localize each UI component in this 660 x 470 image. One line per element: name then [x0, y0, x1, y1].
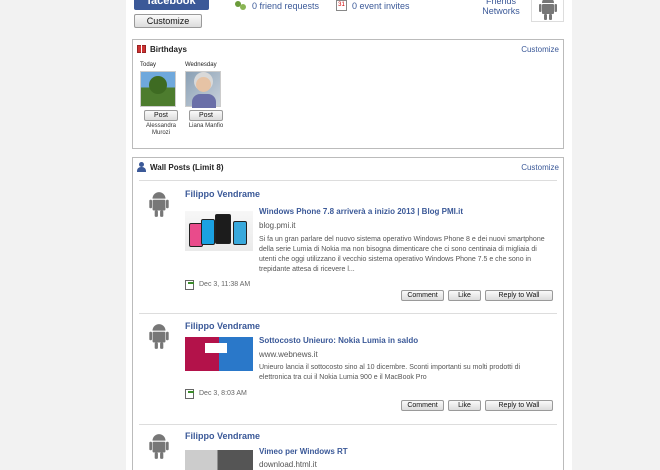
event-invites-link[interactable]: 31 0 event invites — [336, 0, 410, 11]
timestamp[interactable]: Dec 3, 11:38 AM — [199, 281, 250, 288]
link-thumbnail[interactable] — [185, 337, 253, 371]
wall-posts-header: Wall Posts (Limit 8) Customize — [133, 158, 563, 176]
wall-post-icon — [185, 279, 195, 290]
wall-post: Filippo Vendrame Windows Phone 7.8 arriv… — [133, 186, 563, 306]
post-timestamp: Dec 3, 11:38 AM — [185, 279, 250, 290]
link-thumbnail[interactable] — [185, 450, 253, 470]
birthdays-customize-link[interactable]: Customize — [521, 45, 559, 54]
wall-customize-link[interactable]: Customize — [521, 163, 559, 172]
comment-button[interactable]: Comment — [401, 290, 444, 301]
birthday-name[interactable]: Alessandra Murozi — [140, 123, 182, 137]
android-avatar-icon[interactable] — [147, 322, 171, 350]
facebook-logo[interactable]: facebook — [134, 0, 209, 10]
birthdays-title: Birthdays — [150, 44, 187, 54]
android-avatar-icon[interactable] — [147, 190, 171, 218]
gift-icon — [137, 45, 146, 53]
wall-post-icon — [185, 388, 195, 399]
birthday-day: Wednesday — [185, 62, 217, 68]
like-button[interactable]: Like — [448, 400, 481, 411]
birthdays-header: Birthdays Customize — [133, 40, 563, 58]
friend-requests-link[interactable]: 0 friend requests — [234, 0, 319, 11]
birthday-card: Wednesday Post Liana Manfio — [185, 62, 227, 130]
link-domain: blog.pmi.it — [259, 221, 296, 230]
wall-post: Filippo Vendrame Vimeo per Windows RT do… — [133, 428, 563, 470]
android-avatar-icon — [538, 0, 557, 20]
link-domain: www.webnews.it — [259, 350, 318, 359]
birthday-post-button[interactable]: Post — [189, 110, 223, 121]
link-title[interactable]: Sottocosto Unieuro: Nokia Lumia in saldo — [259, 336, 418, 345]
friend-requests-label: 0 friend requests — [252, 0, 320, 11]
reply-to-wall-button[interactable]: Reply to Wall — [485, 290, 553, 301]
facebook-app-window: facebook Customize 0 friend requests 31 … — [126, 0, 572, 470]
poster-name[interactable]: Filippo Vendrame — [185, 321, 260, 331]
birthdays-panel: Birthdays Customize Today Post Alessandr… — [132, 39, 564, 149]
birthday-day: Today — [140, 62, 157, 68]
poster-name[interactable]: Filippo Vendrame — [185, 431, 260, 441]
divider — [139, 424, 557, 425]
event-invites-label: 0 event invites — [352, 0, 410, 11]
person-icon — [137, 162, 146, 172]
birthday-name[interactable]: Liana Manfio — [185, 123, 227, 130]
calendar-icon: 31 — [336, 0, 347, 11]
link-domain: download.html.it — [259, 460, 317, 469]
link-title[interactable]: Vimeo per Windows RT — [259, 447, 348, 456]
comment-button[interactable]: Comment — [401, 400, 444, 411]
post-actions: Comment Like Reply to Wall — [401, 290, 553, 301]
profile-avatar[interactable] — [531, 0, 564, 22]
wall-post: Filippo Vendrame Sottocosto Unieuro: Nok… — [133, 318, 563, 418]
link-description: Si fa un gran parlare del nuovo sistema … — [259, 236, 545, 273]
poster-name[interactable]: Filippo Vendrame — [185, 189, 260, 199]
like-button[interactable]: Like — [448, 290, 481, 301]
friends-networks-link[interactable]: Friends Networks — [476, 0, 526, 16]
divider — [139, 313, 557, 314]
post-actions: Comment Like Reply to Wall — [401, 400, 553, 411]
reply-to-wall-button[interactable]: Reply to Wall — [485, 400, 553, 411]
birthday-photo[interactable] — [140, 71, 176, 107]
timestamp[interactable]: Dec 3, 8:03 AM — [199, 390, 247, 397]
birthday-photo[interactable] — [185, 71, 221, 108]
link-title[interactable]: Windows Phone 7.8 arriverà a inizio 2013… — [259, 207, 463, 216]
android-avatar-icon[interactable] — [147, 432, 171, 460]
link-description: Unieuro lancia il sottocosto sino al 10 … — [259, 364, 521, 381]
link-thumbnail[interactable] — [185, 211, 253, 251]
customize-button[interactable]: Customize — [134, 14, 202, 28]
wall-posts-title: Wall Posts (Limit 8) — [150, 162, 224, 172]
post-timestamp: Dec 3, 8:03 AM — [185, 388, 247, 399]
birthday-card: Today Post Alessandra Murozi — [140, 62, 182, 137]
divider — [139, 180, 557, 181]
birthday-post-button[interactable]: Post — [144, 110, 178, 121]
friends-icon — [234, 0, 247, 11]
wall-posts-panel: Wall Posts (Limit 8) Customize Filippo V… — [132, 157, 564, 470]
